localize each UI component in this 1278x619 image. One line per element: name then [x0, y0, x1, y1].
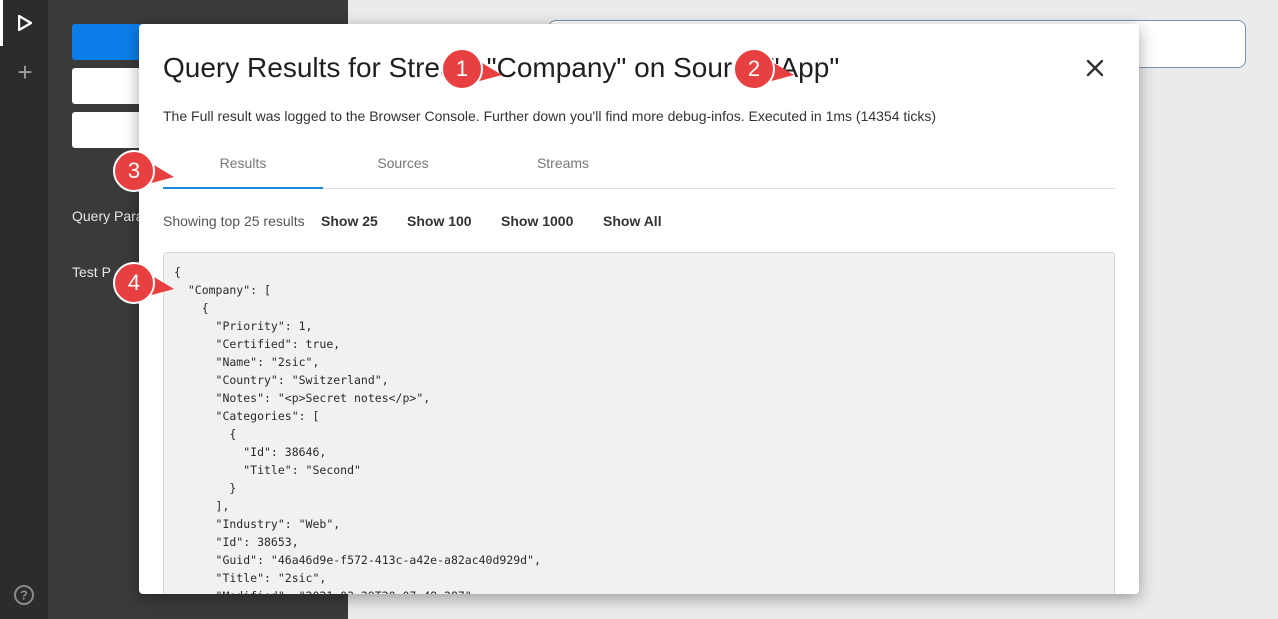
callout-number: 2 [747, 56, 761, 81]
show-all-button[interactable]: Show All [603, 213, 662, 229]
callout-number: 1 [455, 56, 469, 81]
results-count-label: Showing top 25 results [163, 213, 305, 229]
callout-marker-3: 3 [108, 149, 178, 193]
result-tabs: Results Sources Streams [163, 148, 1115, 189]
left-rail: + ? [0, 0, 48, 619]
add-icon[interactable]: + [14, 59, 36, 85]
show-100-button[interactable]: Show 100 [407, 213, 472, 229]
show-25-button[interactable]: Show 25 [321, 213, 378, 229]
dialog-subtitle: The Full result was logged to the Browse… [163, 108, 937, 124]
callout-marker-4: 4 [108, 261, 178, 305]
tab-streams[interactable]: Streams [483, 148, 643, 188]
callout-number: 3 [127, 158, 141, 183]
query-params-label: Query Para [72, 208, 144, 224]
play-icon [18, 15, 32, 31]
close-icon[interactable] [1083, 56, 1107, 80]
tab-results[interactable]: Results [163, 148, 323, 189]
callout-marker-2: 2 [728, 47, 798, 91]
help-icon[interactable]: ? [13, 584, 35, 606]
show-1000-button[interactable]: Show 1000 [501, 213, 573, 229]
test-params-label: Test P [72, 264, 111, 280]
json-result-text: { "Company": [ { "Priority": 1, "Certifi… [174, 265, 541, 594]
active-indicator [0, 0, 3, 46]
callout-marker-1: 1 [436, 47, 506, 91]
callout-number: 4 [127, 270, 141, 295]
svg-text:?: ? [20, 588, 28, 603]
json-result-box[interactable]: { "Company": [ { "Priority": 1, "Certifi… [163, 252, 1115, 594]
run-query-button[interactable] [0, 0, 48, 46]
query-results-dialog: Query Results for Stream "Company" on So… [139, 24, 1139, 594]
tab-sources[interactable]: Sources [323, 148, 483, 188]
